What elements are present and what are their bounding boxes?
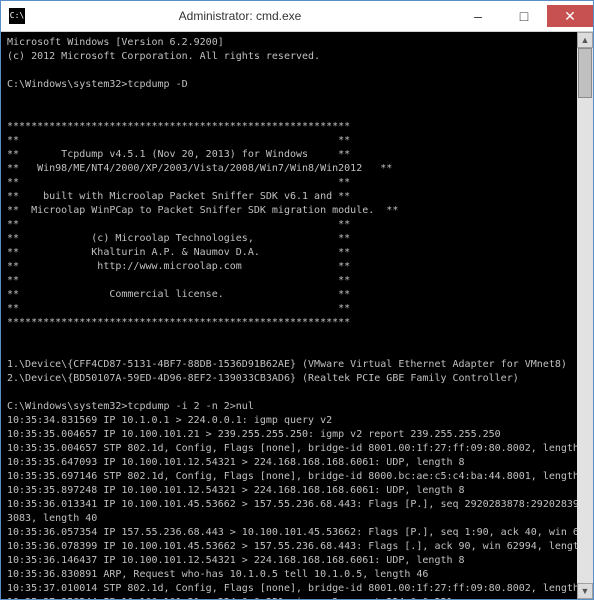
vertical-scrollbar[interactable]: ▲ ▼: [577, 32, 593, 599]
window-control-buttons: – □ ✕: [455, 5, 593, 27]
minimize-button[interactable]: –: [455, 5, 501, 27]
scroll-thumb[interactable]: [578, 48, 592, 98]
scroll-track[interactable]: [577, 48, 593, 583]
client-area: Microsoft Windows [Version 6.2.9200] (c)…: [1, 32, 593, 599]
window-title: Administrator: cmd.exe: [25, 9, 455, 23]
console-output[interactable]: Microsoft Windows [Version 6.2.9200] (c)…: [1, 32, 577, 599]
scroll-up-button[interactable]: ▲: [577, 32, 593, 48]
minimize-icon: –: [474, 8, 482, 24]
close-icon: ✕: [564, 8, 576, 25]
maximize-button[interactable]: □: [501, 5, 547, 27]
app-window: C:\ Administrator: cmd.exe – □ ✕ Microso…: [0, 0, 594, 600]
scroll-down-button[interactable]: ▼: [577, 583, 593, 599]
maximize-icon: □: [520, 8, 528, 24]
chevron-up-icon: ▲: [581, 35, 590, 45]
chevron-down-icon: ▼: [581, 586, 590, 596]
system-menu-icon[interactable]: C:\: [9, 8, 25, 24]
titlebar[interactable]: C:\ Administrator: cmd.exe – □ ✕: [1, 1, 593, 32]
system-menu-icon-text: C:\: [10, 8, 24, 24]
close-button[interactable]: ✕: [547, 5, 593, 27]
